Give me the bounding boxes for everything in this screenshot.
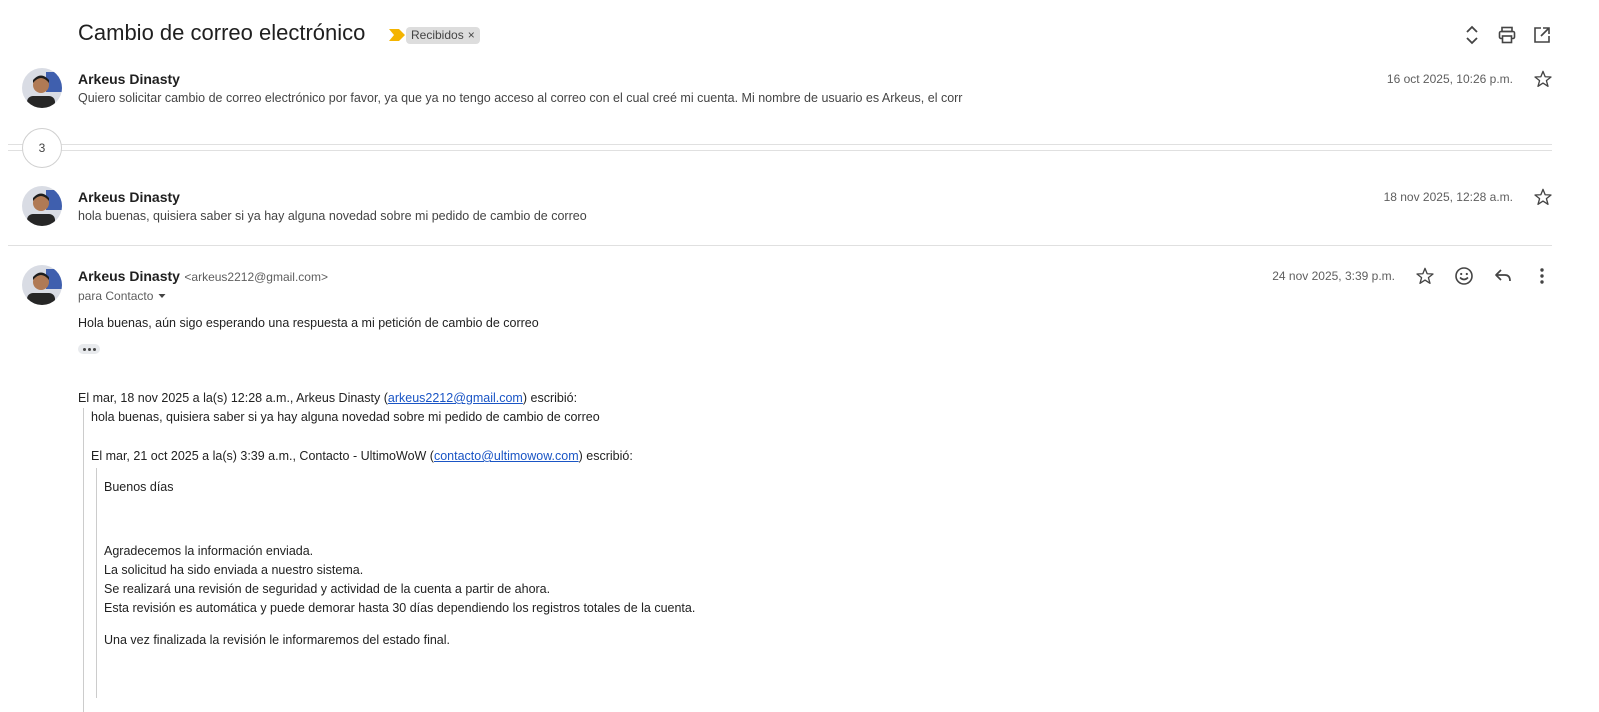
star-icon[interactable] xyxy=(1413,264,1437,288)
expanded-sender-line: Arkeus Dinasty <arkeus2212@gmail.com> xyxy=(78,268,328,286)
quote-header-text: El mar, 18 nov 2025 a la(s) 12:28 a.m., … xyxy=(78,391,388,405)
quote-text: hola buenas, quisiera saber si ya hay al… xyxy=(91,410,600,424)
more-vert-icon[interactable] xyxy=(1530,264,1554,288)
quote-line: Agradecemos la información enviada. xyxy=(104,544,314,558)
quote-bar-nested xyxy=(96,468,97,698)
quote-line: Se realizará una revisión de seguridad y… xyxy=(104,582,551,596)
collapsed-messages-count[interactable]: 3 xyxy=(22,128,62,168)
collapsed-divider-top xyxy=(8,144,1552,145)
recipients-toggle[interactable]: para Contacto xyxy=(78,289,167,303)
recipients-text: para Contacto xyxy=(78,289,154,303)
quote-closing: Una vez finalizada la revisión le inform… xyxy=(104,633,451,647)
avatar xyxy=(22,68,62,108)
quote-header-suffix: ) escribió: xyxy=(522,391,578,405)
message-date: 16 oct 2025, 10:26 p.m. xyxy=(1386,72,1513,86)
importance-marker-icon[interactable] xyxy=(389,29,405,41)
label-chip-text: Recibidos xyxy=(411,28,464,42)
message-date: 18 nov 2025, 12:28 a.m. xyxy=(1383,190,1513,204)
quote-header: El mar, 18 nov 2025 a la(s) 12:28 a.m., … xyxy=(78,391,577,405)
expand-all-icon[interactable] xyxy=(1461,24,1483,46)
chevron-down-icon xyxy=(158,294,166,298)
show-trimmed-content-button[interactable] xyxy=(78,344,100,354)
thread-subject: Cambio de correo electrónico xyxy=(78,20,366,45)
reply-icon[interactable] xyxy=(1491,264,1515,288)
avatar xyxy=(22,265,62,305)
expanded-sender[interactable]: Arkeus Dinasty xyxy=(78,268,180,284)
quote-line: Esta revisión es automática y puede demo… xyxy=(104,601,696,615)
quote-line: La solicitud ha sido enviada a nuestro s… xyxy=(104,563,364,577)
star-icon[interactable] xyxy=(1533,69,1553,89)
collapsed-divider-bottom xyxy=(8,150,1552,151)
print-icon[interactable] xyxy=(1496,24,1518,46)
quote-header: El mar, 21 oct 2025 a la(s) 3:39 a.m., C… xyxy=(91,449,633,463)
message-divider xyxy=(8,245,1552,246)
expanded-date: 24 nov 2025, 3:39 p.m. xyxy=(1272,269,1395,283)
quote-email-link[interactable]: arkeus2212@gmail.com xyxy=(388,391,523,405)
quote-bar xyxy=(83,408,84,712)
message-sender[interactable]: Arkeus Dinasty xyxy=(78,189,180,205)
message-body: Hola buenas, aún sigo esperando una resp… xyxy=(78,316,539,330)
quote-header-text: El mar, 21 oct 2025 a la(s) 3:39 a.m., C… xyxy=(91,449,434,463)
emoji-reaction-icon[interactable] xyxy=(1452,264,1476,288)
open-new-window-icon[interactable] xyxy=(1531,24,1553,46)
message-snippet[interactable]: Quiero solicitar cambio de correo electr… xyxy=(78,91,962,105)
label-chip-inbox[interactable]: Recibidos × xyxy=(406,27,480,44)
message-snippet[interactable]: hola buenas, quisiera saber si ya hay al… xyxy=(78,209,587,223)
label-remove-icon[interactable]: × xyxy=(468,27,475,44)
quote-header-suffix: ) escribió: xyxy=(578,449,633,463)
quote-greeting: Buenos días xyxy=(104,480,174,494)
expanded-sender-email: <arkeus2212@gmail.com> xyxy=(184,270,328,284)
quote-email-link[interactable]: contacto@ultimowow.com xyxy=(434,449,579,463)
message-sender[interactable]: Arkeus Dinasty xyxy=(78,71,180,87)
star-icon[interactable] xyxy=(1533,187,1553,207)
avatar xyxy=(22,186,62,226)
